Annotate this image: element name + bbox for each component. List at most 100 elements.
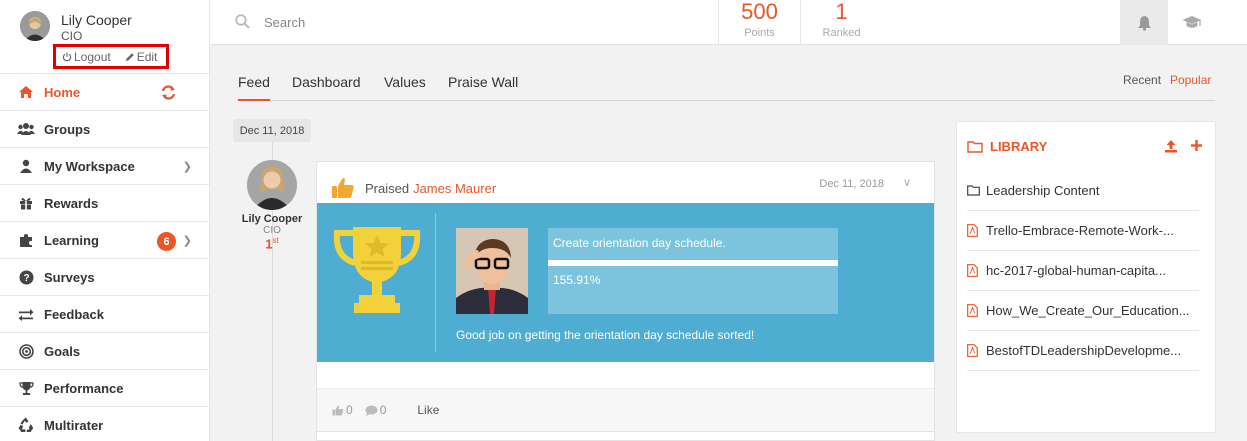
nav-label: Home [44,84,81,100]
plus-icon[interactable] [1190,139,1203,152]
rank-number: 1 [265,236,273,252]
avatar[interactable] [20,11,50,41]
nav-item-groups[interactable]: Groups [0,111,209,148]
gift-icon [17,195,35,211]
post-footer: 0 0 Like [317,388,934,432]
user-profile: Lily Cooper CIO Logout Edit [0,0,209,74]
author-name[interactable]: Lily Cooper [238,213,306,225]
praise-divider [435,213,436,352]
nav-label: Rewards [44,195,99,211]
recycle-icon [17,417,35,433]
user-icon [17,158,35,174]
comment-count-value: 0 [379,403,387,417]
logout-button[interactable]: Logout [62,50,111,64]
sort-popular[interactable]: Popular [1170,73,1211,87]
comment-count[interactable]: 0 [365,403,387,417]
goal-progress-fill [548,260,838,266]
comment-icon [365,405,378,416]
nav-item-surveys[interactable]: ? Surveys [0,259,209,296]
author-rank: 1st [238,236,306,251]
question-icon: ? [17,269,35,285]
nav-item-feedback[interactable]: Feedback [0,296,209,333]
nav-item-learning[interactable]: Learning 6 ❯ [0,222,209,259]
library-item-pdf[interactable]: hc-2017-global-human-capita... [967,251,1199,291]
library-item-name: BestofTDLeadershipDevelopme... [986,343,1182,358]
praise-post-card: Praised James Maurer Dec 11, 2018 ∨ Crea… [316,161,935,441]
edit-button[interactable]: Edit [125,49,158,64]
tab-dashboard[interactable]: Dashboard [292,74,361,90]
nav-label: My Workspace [44,158,135,174]
nav-label: Surveys [44,269,95,285]
library-item-folder[interactable]: Leadership Content [967,171,1199,211]
author-role: CIO [263,225,281,236]
search-icon [235,14,250,34]
nav-label: Feedback [44,306,104,322]
notifications-button[interactable] [1120,0,1168,45]
learning-button[interactable] [1168,0,1216,45]
ranked-value: 1 [835,0,848,24]
puzzle-icon [17,232,35,248]
nav-item-rewards[interactable]: Rewards [0,185,209,222]
nav-item-multirater[interactable]: Multirater [0,407,209,441]
svg-text:?: ? [23,273,29,284]
avatar[interactable] [247,160,297,210]
edit-label: Edit [136,49,158,64]
points-stat: 500 Points [718,0,800,45]
goal-title: Create orientation day schedule. [553,236,726,250]
power-icon [62,52,72,61]
library-item-name: How_We_Create_Our_Education... [986,303,1190,318]
nav-label: Groups [44,121,91,137]
search-input[interactable] [264,11,664,33]
library-item-pdf[interactable]: Trello-Embrace-Remote-Work-... [967,211,1199,251]
thumbs-up-icon [332,178,354,198]
praised-user-link[interactable]: James Maurer [413,181,496,196]
feed-tabs: Feed Dashboard Values Praise Wall Recent… [237,60,1215,101]
library-item-pdf[interactable]: BestofTDLeadershipDevelopme... [967,331,1199,371]
pdf-file-icon [967,344,981,357]
nav-item-home[interactable]: Home [0,74,209,111]
like-count[interactable]: 0 [332,403,353,417]
trophy-icon [333,227,421,313]
post-action: Praised [365,180,410,196]
chevron-right-icon: ❯ [182,235,192,247]
rank-suffix: st [272,236,279,245]
like-button[interactable]: Like [417,403,439,417]
library-item-name: Leadership Content [986,183,1100,198]
library-item-pdf[interactable]: How_We_Create_Our_Education... [967,291,1199,331]
sidebar: Lily Cooper CIO Logout Edit Home Groups … [0,0,210,441]
users-icon [17,121,35,137]
bell-icon [1137,15,1151,31]
chevron-down-icon[interactable]: ∨ [903,176,911,189]
learning-count-badge: 6 [157,232,176,251]
tab-praise-wall[interactable]: Praise Wall [448,74,518,90]
target-icon [17,343,35,359]
nav-item-performance[interactable]: Performance [0,370,209,407]
library-panel: LIBRARY Leadership Content Trello-Embrac… [956,121,1216,433]
chevron-right-icon: ❯ [182,161,192,173]
user-role: CIO [61,29,83,43]
nav-label: Performance [44,380,124,396]
pdf-file-icon [967,224,981,237]
tab-feed[interactable]: Feed [238,74,270,101]
sort-recent[interactable]: Recent [1123,73,1161,87]
praised-user-photo [456,228,528,314]
pdf-file-icon [967,304,981,317]
points-value: 500 [741,0,778,24]
nav-item-my-workspace[interactable]: My Workspace ❯ [0,148,209,185]
post-author: Lily Cooper CIO 1st [238,160,306,251]
date-group-label: Dec 11, 2018 [233,119,311,142]
goal-progress-bar [548,260,838,266]
exchange-icon [17,306,35,322]
library-header: LIBRARY [967,139,1047,154]
home-icon [17,84,35,100]
user-name: Lily Cooper [61,12,132,28]
pencil-icon [125,52,134,61]
post-date: Dec 11, 2018 [819,178,884,190]
upload-icon[interactable] [1164,139,1178,153]
folder-icon [967,185,981,196]
refresh-icon[interactable] [160,84,177,104]
ranked-label: Ranked [822,27,861,39]
goal-percent: 155.91% [553,273,601,287]
nav-item-goals[interactable]: Goals [0,333,209,370]
tab-values[interactable]: Values [384,74,426,90]
